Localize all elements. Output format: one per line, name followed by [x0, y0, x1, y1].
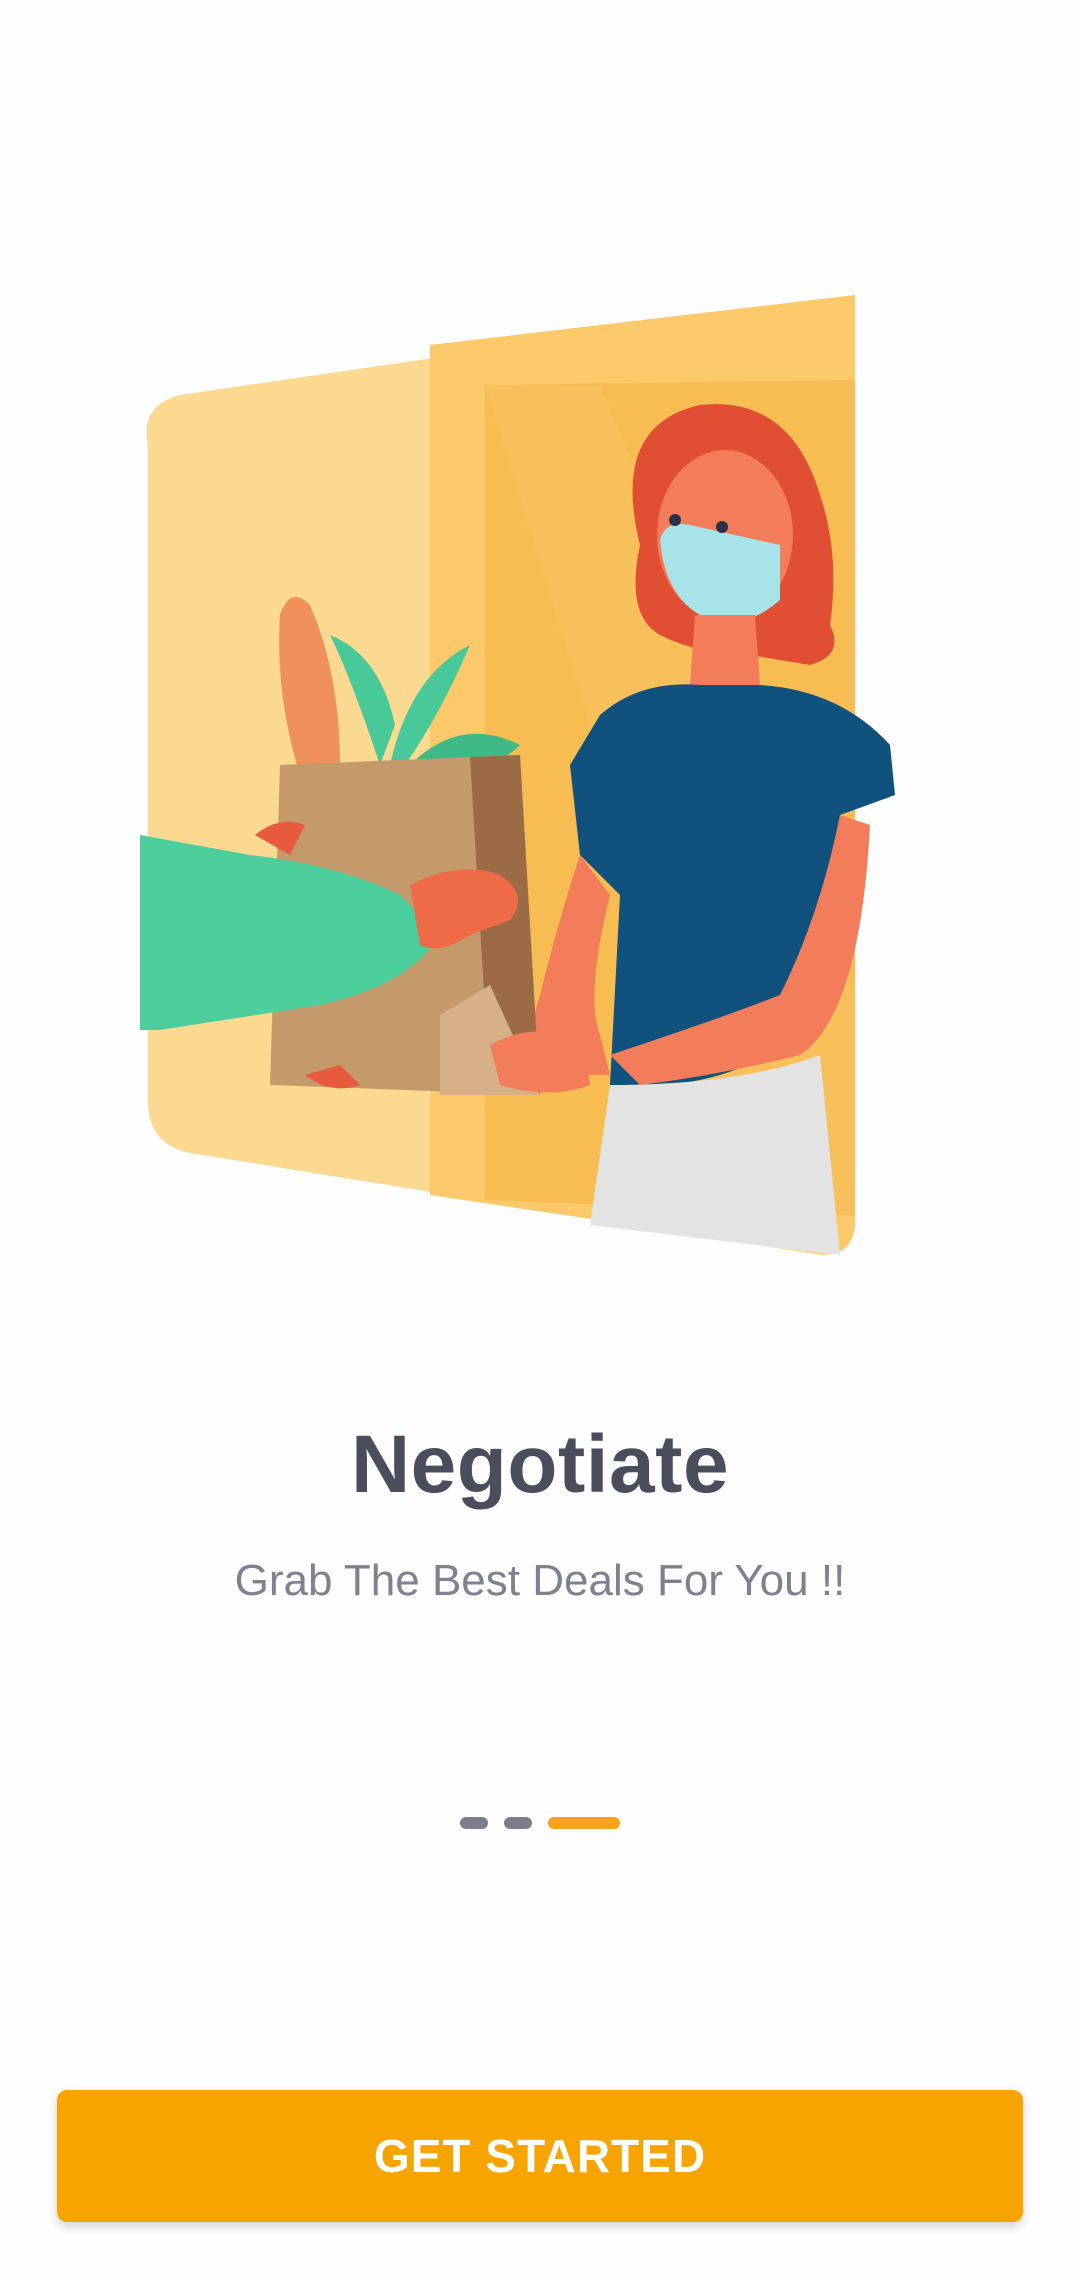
- grocery-delivery-illustration: [140, 295, 900, 1265]
- page-subtitle: Grab The Best Deals For You !!: [234, 1556, 846, 1605]
- get-started-button[interactable]: GET STARTED: [57, 2090, 1023, 2222]
- pager-dot-1[interactable]: [460, 1817, 488, 1829]
- pager-indicator: [0, 1817, 1080, 1829]
- pager-dot-3-active[interactable]: [548, 1817, 620, 1829]
- pager-dot-2[interactable]: [504, 1817, 532, 1829]
- page-title: Negotiate: [350, 1419, 730, 1510]
